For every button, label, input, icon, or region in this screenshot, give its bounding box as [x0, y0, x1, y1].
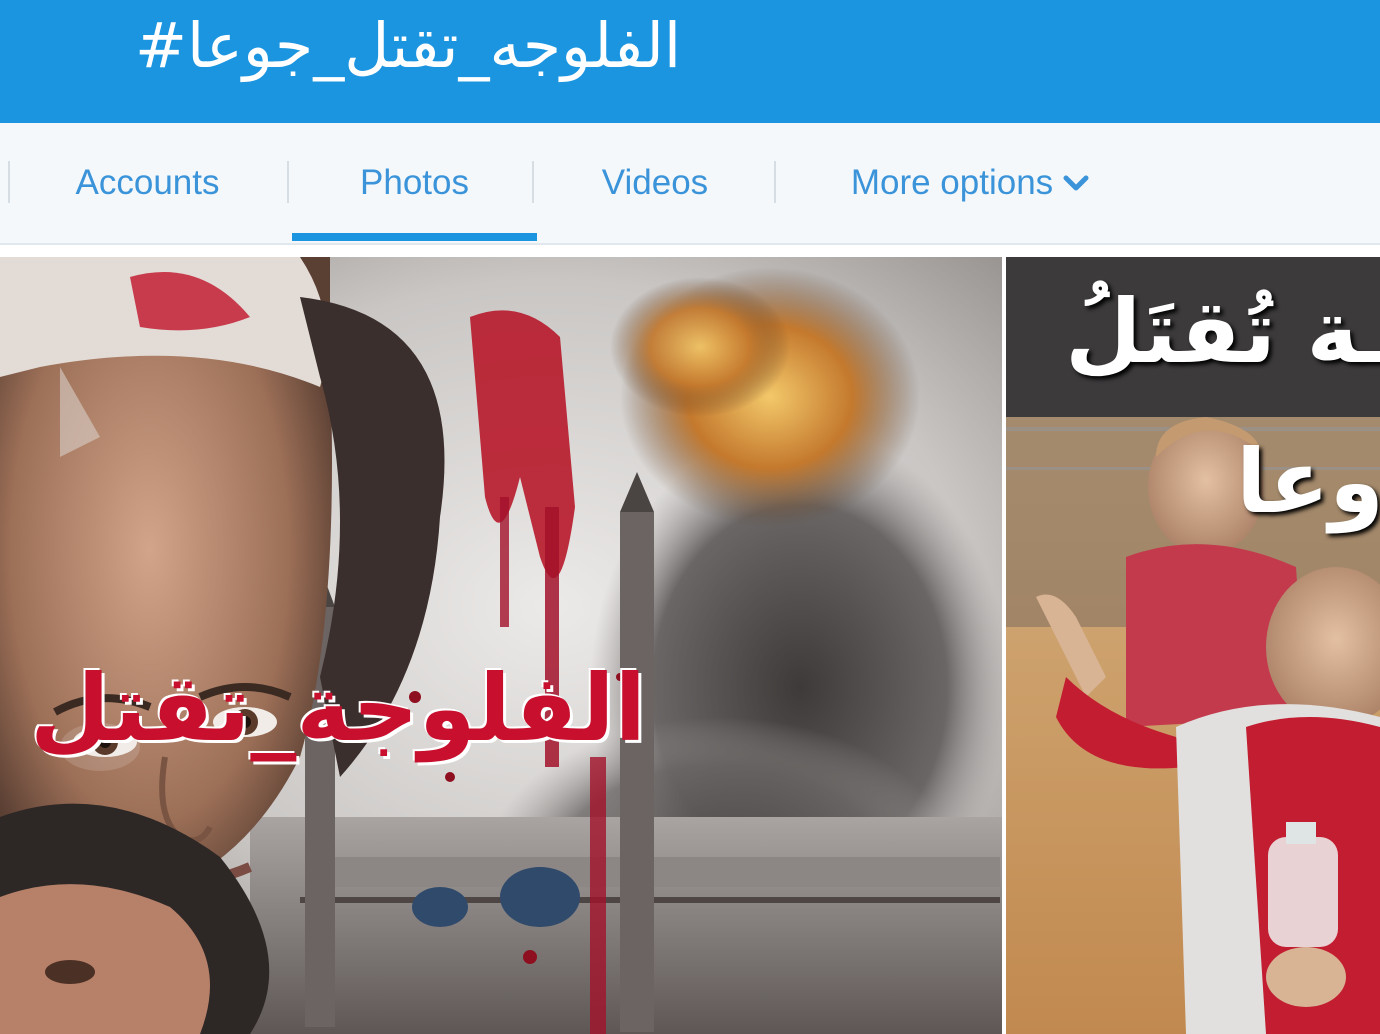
photo-grid: الفلوجة_تقتل ـة تُقتَلُ وعا	[0, 257, 1380, 1034]
tab-more-options[interactable]: More options	[820, 123, 1120, 243]
photo-tile-2[interactable]: ـة تُقتَلُ وعا	[1006, 257, 1380, 1034]
tab-separator	[774, 161, 776, 203]
search-nav-tabs: Accounts Photos Videos More options	[0, 123, 1380, 245]
tab-videos[interactable]: Videos	[540, 123, 770, 243]
tab-accounts-label: Accounts	[75, 163, 220, 202]
tab-videos-label: Videos	[601, 163, 709, 202]
tab-separator	[532, 161, 534, 203]
tab-accounts[interactable]: Accounts	[40, 123, 255, 243]
chevron-down-icon	[1063, 122, 1089, 242]
photo-1-overlay-text: الفلوجة_تقتل	[30, 655, 647, 762]
tab-separator	[8, 161, 10, 203]
tab-more-options-label: More options	[850, 163, 1054, 202]
active-tab-indicator	[292, 233, 537, 241]
search-header: #الفلوجه_تقتل_جوعا	[0, 0, 1380, 123]
tab-separator	[287, 161, 289, 203]
photo-2-overlay-text-bottom: وعا	[1236, 430, 1380, 533]
tab-photos[interactable]: Photos	[292, 123, 537, 243]
photo-1-image	[0, 257, 1002, 1034]
hashtag-title: #الفلوجه_تقتل_جوعا	[135, 9, 682, 82]
photo-tile-1[interactable]: الفلوجة_تقتل	[0, 257, 1002, 1034]
photo-2-overlay-text-top: ـة تُقتَلُ	[1065, 280, 1380, 383]
tab-photos-label: Photos	[360, 163, 469, 202]
